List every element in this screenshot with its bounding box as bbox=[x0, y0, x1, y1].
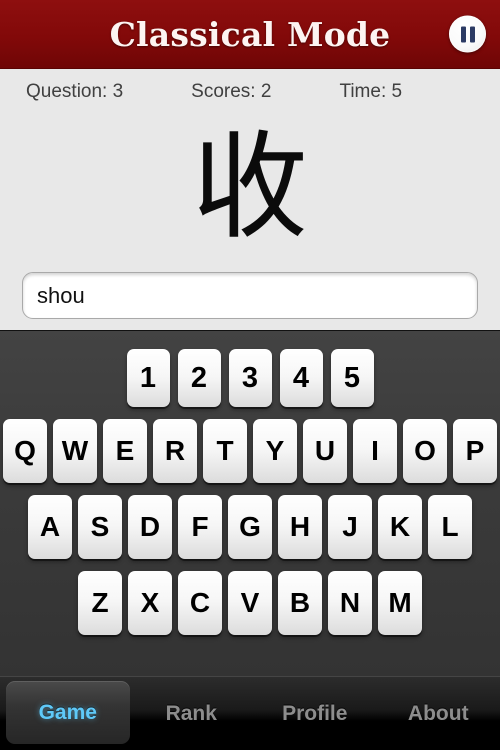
page-title: Classical Mode bbox=[109, 14, 391, 54]
key-f[interactable]: F bbox=[178, 495, 222, 559]
key-s[interactable]: S bbox=[78, 495, 122, 559]
app-header: Classical Mode bbox=[0, 0, 500, 69]
key-o[interactable]: O bbox=[403, 419, 447, 483]
key-k[interactable]: K bbox=[378, 495, 422, 559]
key-e[interactable]: E bbox=[103, 419, 147, 483]
key-p[interactable]: P bbox=[453, 419, 497, 483]
key-y[interactable]: Y bbox=[253, 419, 297, 483]
key-w[interactable]: W bbox=[53, 419, 97, 483]
answer-input-zone bbox=[0, 261, 500, 330]
keyboard-number-row: 12345 bbox=[0, 349, 500, 407]
game-status-bar: Question: 3 Scores: 2 Time: 5 bbox=[0, 69, 500, 114]
score-counter: Scores: 2 bbox=[191, 80, 272, 102]
key-i[interactable]: I bbox=[353, 419, 397, 483]
key-j[interactable]: J bbox=[328, 495, 372, 559]
key-1[interactable]: 1 bbox=[126, 349, 170, 407]
character-prompt-panel: 收 bbox=[0, 114, 500, 261]
key-h[interactable]: H bbox=[278, 495, 322, 559]
key-c[interactable]: C bbox=[178, 571, 222, 635]
key-4[interactable]: 4 bbox=[279, 349, 323, 407]
tab-about[interactable]: About bbox=[377, 677, 500, 750]
key-d[interactable]: D bbox=[128, 495, 172, 559]
key-g[interactable]: G bbox=[228, 495, 272, 559]
on-screen-keyboard: 12345 QWERTYUIOP ASDFGHJKL ZXCVBNM bbox=[0, 330, 500, 676]
keyboard-bottom-row: ZXCVBNM bbox=[0, 571, 500, 635]
pause-icon-bar-2 bbox=[469, 26, 475, 42]
key-t[interactable]: T bbox=[203, 419, 247, 483]
pause-button[interactable] bbox=[449, 15, 486, 53]
key-v[interactable]: V bbox=[228, 571, 272, 635]
tab-game[interactable]: Game bbox=[6, 681, 130, 744]
prompt-character: 收 bbox=[192, 119, 308, 255]
key-b[interactable]: B bbox=[278, 571, 322, 635]
key-u[interactable]: U bbox=[303, 419, 347, 483]
tab-profile[interactable]: Profile bbox=[253, 677, 377, 750]
keyboard-qwerty-row: QWERTYUIOP bbox=[0, 419, 500, 483]
key-q[interactable]: Q bbox=[3, 419, 47, 483]
question-counter: Question: 3 bbox=[26, 80, 124, 102]
key-m[interactable]: M bbox=[378, 571, 422, 635]
key-2[interactable]: 2 bbox=[177, 349, 221, 407]
key-5[interactable]: 5 bbox=[330, 349, 374, 407]
pause-icon bbox=[460, 26, 466, 42]
keyboard-home-row: ASDFGHJKL bbox=[0, 495, 500, 559]
key-z[interactable]: Z bbox=[78, 571, 122, 635]
bottom-tab-bar: Game Rank Profile About bbox=[0, 676, 500, 750]
key-3[interactable]: 3 bbox=[228, 349, 272, 407]
key-a[interactable]: A bbox=[28, 495, 72, 559]
key-x[interactable]: X bbox=[128, 571, 172, 635]
key-l[interactable]: L bbox=[428, 495, 472, 559]
time-counter: Time: 5 bbox=[339, 80, 403, 102]
key-r[interactable]: R bbox=[153, 419, 197, 483]
tab-rank[interactable]: Rank bbox=[130, 677, 254, 750]
answer-input[interactable] bbox=[22, 272, 478, 319]
key-n[interactable]: N bbox=[328, 571, 372, 635]
app-root: Classical Mode Question: 3 Scores: 2 Tim… bbox=[0, 0, 500, 750]
